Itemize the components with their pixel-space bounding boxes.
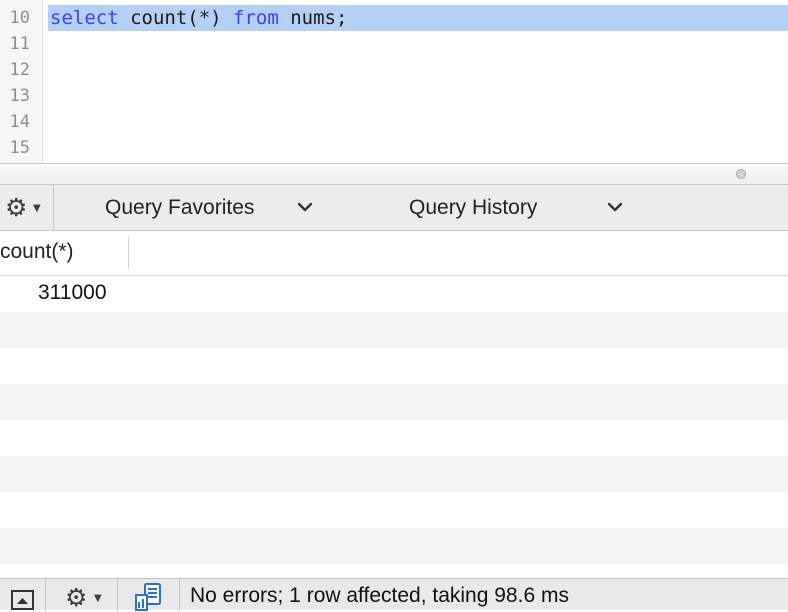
query-text[interactable]: select count(*) from nums;: [50, 5, 347, 31]
query-text-tail: nums;: [278, 7, 348, 29]
line-number: 15: [9, 138, 30, 158]
editor-line[interactable]: 15: [0, 135, 788, 161]
query-editor[interactable]: 10 select count(*) from nums; 11 12 13 1…: [0, 0, 788, 163]
results-table[interactable]: count(*) 311000: [0, 231, 788, 578]
table-row-empty: [0, 564, 788, 578]
gear-icon: ⚙: [5, 193, 28, 222]
query-log-icon: [135, 583, 161, 611]
pane-splitter[interactable]: [0, 163, 788, 185]
chevron-down-icon[interactable]: [605, 197, 625, 217]
query-history-label[interactable]: Query History: [409, 196, 537, 220]
table-row-empty: [0, 312, 788, 348]
caret-down-icon: ▼: [94, 593, 102, 604]
caret-down-icon: ▼: [33, 203, 41, 214]
table-row-empty: [0, 456, 788, 492]
status-bar: ⚙ ▼ No errors; 1 row affected, taking 98…: [0, 578, 788, 611]
toggle-panel-button[interactable]: [0, 579, 46, 611]
query-favorites-label[interactable]: Query Favorites: [105, 196, 254, 220]
editor-line[interactable]: 12: [0, 57, 788, 83]
table-row[interactable]: 311000: [0, 276, 788, 312]
table-row-empty: [0, 420, 788, 456]
line-number: 12: [9, 60, 30, 80]
table-cell[interactable]: 311000: [38, 281, 107, 305]
gear-icon: ⚙: [65, 583, 88, 612]
line-number: 14: [9, 112, 30, 132]
editor-line[interactable]: 10 select count(*) from nums;: [0, 5, 788, 31]
results-header: count(*): [0, 231, 788, 276]
table-row-empty: [0, 384, 788, 420]
panel-toggle-icon: [11, 590, 34, 610]
editor-line[interactable]: 14: [0, 109, 788, 135]
line-number: 11: [9, 34, 30, 54]
line-number: 10: [9, 8, 30, 28]
splitter-grip-icon[interactable]: [736, 169, 746, 179]
chevron-down-icon[interactable]: [295, 197, 315, 217]
query-actions-button[interactable]: ⚙ ▼: [0, 185, 54, 230]
editor-line[interactable]: 13: [0, 83, 788, 109]
table-row-empty: [0, 492, 788, 528]
editor-line[interactable]: 11: [0, 31, 788, 57]
line-number: 13: [9, 86, 30, 106]
status-actions-button[interactable]: ⚙ ▼: [46, 579, 118, 611]
column-header[interactable]: count(*): [0, 240, 74, 264]
table-row-empty: [0, 348, 788, 384]
keyword-select: select: [50, 7, 119, 29]
status-message: No errors; 1 row affected, taking 98.6 m…: [190, 584, 569, 607]
query-toolbar: ⚙ ▼ Query Favorites Query History: [0, 185, 788, 231]
keyword-from: from: [233, 7, 279, 29]
query-text-mid: count(*): [118, 7, 234, 29]
column-divider[interactable]: [128, 237, 129, 269]
query-info-button[interactable]: [118, 579, 180, 611]
table-row-empty: [0, 528, 788, 564]
